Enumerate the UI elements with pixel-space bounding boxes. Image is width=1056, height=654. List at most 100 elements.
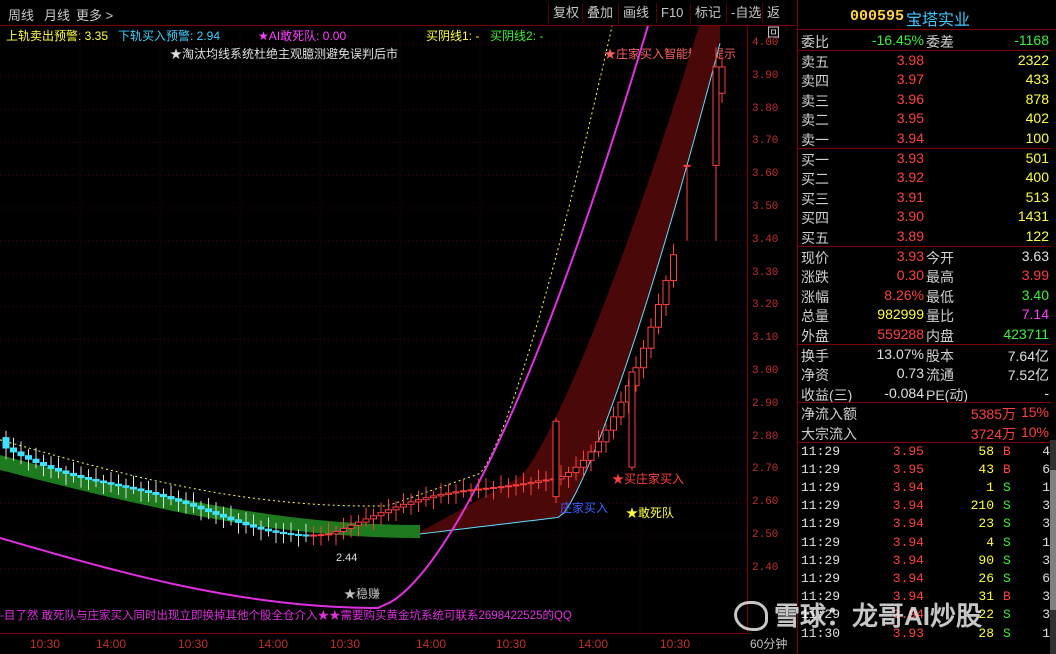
tab-weekly[interactable]: 周线 [8,5,34,24]
flow-row: 净流入额 5385万 15% [801,404,1049,423]
candle [542,479,550,482]
trade-row: 11:29 3.94 1 S 1 [801,480,1050,495]
time-tick: 10:30 [660,637,691,651]
mark-button[interactable]: 标记 [690,3,725,23]
time-tick: 10:30 [330,637,361,651]
candle [520,483,527,486]
trade-row: 11:29 3.94 26 S 6 [801,571,1050,586]
candle [115,483,122,487]
candle [77,475,85,479]
f10-button[interactable]: F10 [656,3,687,23]
bottom-note: -目了然 敢死队与庄家买入同时出现立即换掉其他个股全仓介入★★需要购买黄金坑系统… [0,610,572,622]
price-tick: 4.00 [752,37,779,49]
stable-label: ★稳赚 [344,587,381,601]
candle [647,326,655,349]
candle [452,491,460,494]
candle [212,511,220,515]
stock-code: 000595 [850,8,905,25]
candle [490,486,497,489]
candle [55,467,62,472]
candle [347,524,355,529]
candle [377,512,385,517]
trade-row: 11:29 3.95 58 B 4 [801,443,1050,459]
overlay-button[interactable]: 叠加 [582,3,617,23]
ask-row: 卖二 3.95 402 [801,110,1049,129]
candle [287,533,295,536]
candle [227,516,235,521]
fund-row: 净资 0.73 流通 7.52亿 [801,365,1049,384]
candle [407,501,415,505]
price-tick: 3.40 [752,233,779,246]
quote-row: 总量 982999 量比 7.14 [801,306,1049,325]
candle [250,524,257,528]
time-tick: 14:00 [578,637,609,651]
chart-toolbar: 周线 月线 更多 > 复权 叠加 画线 F10 标记 -自选 返回 [0,0,796,40]
order-ratio-row: 委比 -16.45% 委差 -1168 [801,32,1049,50]
candle [205,508,212,513]
candle [617,401,625,418]
restore-rights-button[interactable]: 复权 [548,3,583,23]
time-tick: 14:00 [258,637,289,651]
candle [242,521,250,526]
bid-row: 买五 3.89 122 [801,228,1049,246]
fund-row: 收益(三) -0.084 PE(动) - [801,384,1049,403]
watermark: 雪球：龙哥AI炒股 [774,601,983,631]
buy-signal-2: ★买庄家买入 [612,472,685,486]
price-axis: 4.00 3.90 3.80 3.70 3.60 3.50 3.40 3.30 3.20 3.10… [747,26,796,632]
fund-row: 换手 13.07% 股本 7.64亿 [801,345,1049,364]
candle [467,489,475,492]
candle [370,515,377,520]
tab-more[interactable]: 更多 > [76,5,113,24]
candle [137,488,145,492]
buy-signal-1: 庄家买入 [560,501,609,515]
trade-row: 11:29 3.94 90 S 3 [801,552,1050,568]
candle [580,459,587,468]
candle [100,480,107,484]
candle [362,518,370,523]
team-signal: ★敢死队 [626,506,675,520]
scroll-thumb[interactable] [1050,470,1056,610]
candle [355,521,362,526]
price-tick: 2.60 [752,496,779,509]
trade-row: 11:29 3.94 23 S 3 [801,516,1050,532]
ask-row: 卖五 3.98 2322 [801,51,1049,70]
candle [10,447,17,453]
candle [670,254,677,281]
candle [572,466,580,474]
bid-row: 买二 3.92 400 [801,169,1049,188]
time-tick: 10:30 [178,637,209,651]
back-button[interactable]: 返回 [762,3,796,40]
candle [265,528,272,532]
candle [385,509,392,514]
time-tick: 10:30 [30,637,61,651]
candle [2,437,10,449]
candle [602,429,610,443]
candle [392,506,400,511]
kline-chart[interactable] [0,26,796,654]
candle [445,492,452,495]
price-tick: 3.20 [752,299,779,312]
candle [565,472,572,477]
quote-row: 外盘 559288 内盘 423711 [801,326,1049,344]
candle [122,485,130,488]
price-tick: 2.80 [752,430,779,443]
candle [460,490,467,493]
tab-monthly[interactable]: 月线 [44,5,70,24]
candle [32,458,40,464]
candle [160,493,167,498]
candle [130,486,137,490]
draw-line-button[interactable]: 画线 [618,3,653,23]
period-label[interactable]: 60分钟 [750,635,787,652]
trade-row: 11:29 3.94 210 S 3 [801,498,1050,514]
remove-watchlist-button[interactable]: -自选 [726,3,765,23]
candle [175,498,182,502]
price-tick: 3.60 [752,168,779,181]
price-tick: 2.50 [752,529,779,541]
candle [475,488,482,491]
candle [482,487,490,490]
candle [17,451,25,457]
candle [197,505,205,510]
quote-row: 现价 3.93 今开 3.63 [801,247,1049,266]
price-tick: 2.70 [752,463,779,476]
snowball-logo-icon [734,601,768,631]
